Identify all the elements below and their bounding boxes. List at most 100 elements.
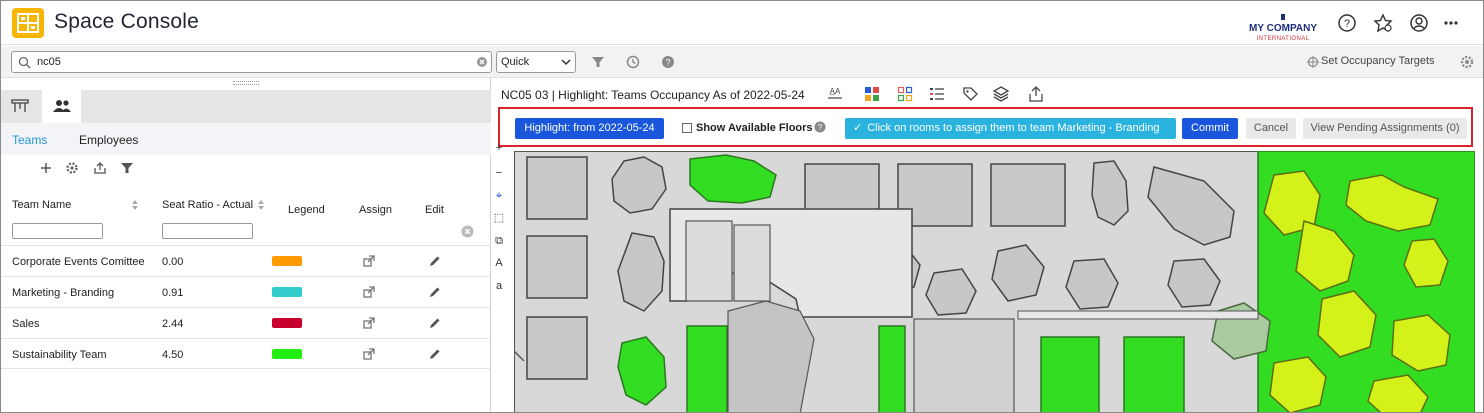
company-name: MY COMPANY xyxy=(1249,23,1317,34)
search-mode-select[interactable]: Quick xyxy=(496,51,576,73)
copy-view-icon[interactable]: ⧉ xyxy=(492,234,506,248)
seat-ratio: 2.44 xyxy=(162,318,184,330)
settings-gear-icon[interactable] xyxy=(1460,55,1474,69)
seat-ratio-filter[interactable] xyxy=(162,223,253,239)
app-title: Space Console xyxy=(54,10,200,33)
team-name: Sustainability Team xyxy=(12,349,107,361)
export-icon[interactable] xyxy=(93,161,107,175)
seat-ratio: 4.50 xyxy=(162,349,184,361)
clear-search-icon[interactable] xyxy=(476,56,488,68)
assign-icon[interactable] xyxy=(363,317,375,329)
sort-icon[interactable] xyxy=(257,199,265,211)
chevron-down-icon xyxy=(561,59,571,66)
edit-pencil-icon[interactable] xyxy=(429,317,441,329)
people-icon xyxy=(53,100,71,112)
legend-list-icon[interactable] xyxy=(928,85,946,103)
legend-swatch xyxy=(272,318,302,328)
team-subtabs: Teams Employees xyxy=(1,123,491,155)
tab-floorplan[interactable] xyxy=(1,90,40,123)
subtab-teams[interactable]: Teams xyxy=(12,133,47,147)
assign-icon[interactable] xyxy=(363,255,375,267)
team-name: Marketing - Branding xyxy=(12,287,115,299)
team-name: Sales xyxy=(12,318,40,330)
resize-grip[interactable] xyxy=(233,81,259,85)
check-icon: ✓ xyxy=(853,122,863,134)
team-name-filter[interactable] xyxy=(12,223,103,239)
zoom-out-icon[interactable]: − xyxy=(492,166,506,180)
set-occupancy-targets-link[interactable]: Set Occupancy Targets xyxy=(1321,55,1435,67)
svg-text:?: ? xyxy=(665,58,670,68)
clear-filters-icon[interactable] xyxy=(461,225,474,238)
company-logo: MY COMPANY INTERNATIONAL xyxy=(1245,11,1321,43)
search-toolbar: nc05 Quick ? Set Occupancy Targets xyxy=(1,46,1483,78)
tag-icon[interactable] xyxy=(961,85,979,103)
history-icon[interactable] xyxy=(625,54,641,70)
assign-hint-text: Click on rooms to assign them to team Ma… xyxy=(867,122,1160,134)
search-icon xyxy=(18,56,31,69)
highlight-date-button[interactable]: Highlight: from 2022-05-24 xyxy=(515,118,664,139)
assign-hint-banner: ✓ Click on rooms to assign them to team M… xyxy=(845,118,1176,139)
fit-extent-icon[interactable]: ⬚ xyxy=(492,211,506,225)
col-legend: Legend xyxy=(288,204,325,216)
company-subtitle: INTERNATIONAL xyxy=(1256,36,1310,42)
assign-icon[interactable] xyxy=(363,286,375,298)
search-value: nc05 xyxy=(37,56,61,68)
legend-swatch xyxy=(272,287,302,297)
sort-icon[interactable] xyxy=(131,199,139,211)
floorplan-icon xyxy=(11,99,29,112)
panel-tabstrip xyxy=(1,90,491,123)
subtab-employees[interactable]: Employees xyxy=(79,133,138,147)
commit-button[interactable]: Commit xyxy=(1182,118,1238,139)
col-assign: Assign xyxy=(359,204,393,216)
app-window: Space Console MY COMPANY INTERNATIONAL ?… xyxy=(0,0,1484,413)
layers-icon[interactable] xyxy=(992,85,1010,103)
text-size-large-icon[interactable]: A xyxy=(492,256,506,270)
svg-text:?: ? xyxy=(1344,18,1350,30)
show-available-floors-label: Show Available Floors xyxy=(696,122,813,134)
edit-pencil-icon[interactable] xyxy=(429,348,441,360)
teams-tools xyxy=(1,155,491,183)
view-pending-assignments-button[interactable]: View Pending Assignments (0) xyxy=(1303,118,1467,139)
assign-icon[interactable] xyxy=(363,348,375,360)
table-row[interactable]: Corporate Events Comittee 0.00 xyxy=(1,245,491,276)
col-edit: Edit xyxy=(425,204,444,216)
text-size-small-icon[interactable]: a xyxy=(492,279,506,293)
svg-text:?: ? xyxy=(818,123,823,132)
search-mode-value: Quick xyxy=(501,56,530,68)
col-team-name[interactable]: Team Name xyxy=(12,199,71,211)
table-row[interactable]: Sustainability Team 4.50 xyxy=(1,338,491,369)
show-available-floors-checkbox[interactable] xyxy=(682,123,692,133)
user-icon[interactable] xyxy=(1408,12,1430,34)
star-settings-icon[interactable] xyxy=(1372,12,1394,34)
help-icon[interactable]: ? xyxy=(1336,12,1358,34)
gear-icon[interactable] xyxy=(65,161,79,175)
more-icon[interactable] xyxy=(1441,12,1463,34)
color-grid-icon[interactable] xyxy=(863,85,881,103)
col-seat-ratio[interactable]: Seat Ratio - Actual xyxy=(162,199,253,211)
filter-icon[interactable] xyxy=(590,54,606,70)
help-search-icon[interactable]: ? xyxy=(660,54,676,70)
filter-icon[interactable] xyxy=(120,161,134,175)
help-icon[interactable]: ? xyxy=(814,121,826,133)
table-row[interactable]: Sales 2.44 xyxy=(1,307,491,338)
legend-swatch xyxy=(272,256,302,266)
floorplan-title: NC05 03 | Highlight: Teams Occupancy As … xyxy=(501,88,805,102)
label-toggle-icon[interactable]: A̲A xyxy=(826,85,844,103)
outline-grid-icon[interactable] xyxy=(896,85,914,103)
share-icon[interactable] xyxy=(1027,85,1045,103)
seat-ratio: 0.00 xyxy=(162,256,184,268)
zoom-in-icon[interactable]: + xyxy=(492,141,506,155)
edit-pencil-icon[interactable] xyxy=(429,286,441,298)
left-panel: Teams Employees Team Name Seat Ratio - A… xyxy=(1,78,491,412)
cancel-button[interactable]: Cancel xyxy=(1246,118,1296,139)
add-icon[interactable] xyxy=(39,161,53,175)
locate-icon[interactable]: ⌖ xyxy=(492,189,506,203)
svg-text:A̲A: A̲A xyxy=(829,87,841,96)
target-icon xyxy=(1307,56,1319,68)
floor-map[interactable] xyxy=(514,151,1475,412)
edit-pencil-icon[interactable] xyxy=(429,255,441,267)
search-input[interactable]: nc05 xyxy=(11,51,492,73)
table-row[interactable]: Marketing - Branding 0.91 xyxy=(1,276,491,307)
team-name: Corporate Events Comittee xyxy=(12,256,145,268)
tab-teams[interactable] xyxy=(42,90,81,123)
